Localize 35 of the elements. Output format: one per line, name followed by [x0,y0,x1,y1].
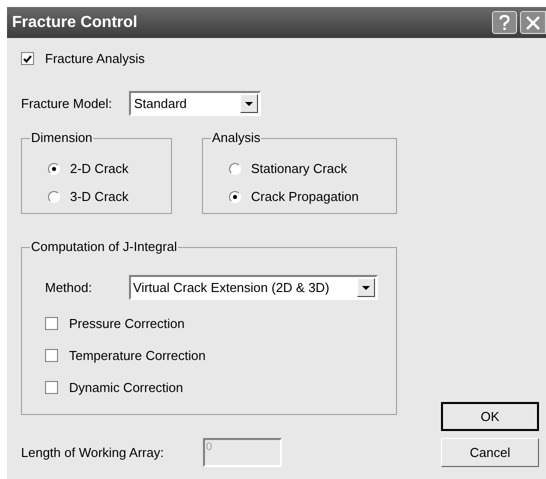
checkbox[interactable] [45,317,58,330]
dialog-button[interactable]: Cancel [441,438,539,467]
field-label: Length of Working Array: [21,444,165,462]
caret-icon [245,102,253,106]
field-label: Method: [45,278,93,297]
checkbox[interactable] [21,52,34,65]
checkbox-label: Pressure Correction [69,314,185,333]
caret-icon [362,286,370,290]
dropdown-button[interactable] [240,94,258,113]
dialog-button[interactable]: OK [441,402,539,431]
help-icon [499,14,510,30]
method-dropdown[interactable]: Virtual Crack Extension (2D & 3D) [129,275,378,300]
radio-button[interactable] [48,163,60,175]
radio-label: Crack Propagation [251,188,359,206]
close-button[interactable] [520,11,546,34]
radio-label: Stationary Crack [251,160,348,178]
help-button[interactable] [492,11,517,34]
window-title: Fracture Control [12,12,138,32]
checkbox-label: Fracture Analysis [45,50,145,68]
checkbox-label: Temperature Correction [69,346,206,365]
checkbox[interactable] [45,381,58,394]
dropdown-button[interactable] [357,278,375,297]
fracture-model-dropdown[interactable]: Standard [129,91,261,116]
radio-button[interactable] [229,191,241,203]
group-title: Analysis [211,130,262,146]
radio-button[interactable] [229,163,241,175]
radio-button[interactable] [48,191,60,203]
radio-label: 3-D Crack [70,188,129,206]
checkbox-label: Dynamic Correction [69,378,184,397]
check-icon [23,54,32,62]
field-label: Fracture Model: [21,94,114,113]
radio-label: 2-D Crack [70,160,129,178]
group-title: Computation of J-Integral [30,239,178,255]
checkbox[interactable] [45,349,58,362]
close-icon [526,16,540,30]
